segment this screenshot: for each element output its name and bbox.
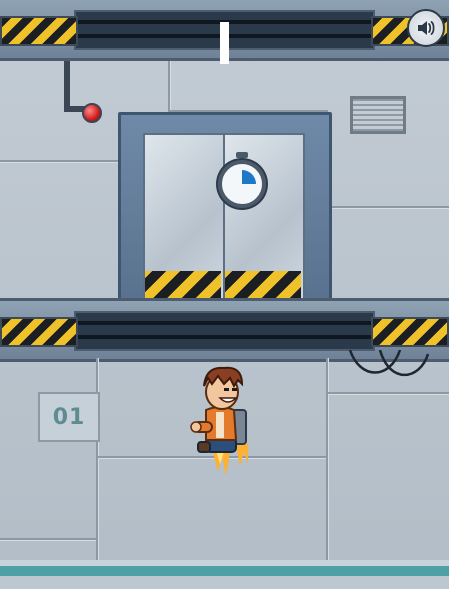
wall-seam [0, 160, 120, 162]
stopwatch-crown [236, 152, 248, 158]
speaker-icon [418, 21, 435, 35]
hazard-stripe [0, 16, 78, 46]
wall-seam [330, 206, 449, 208]
progress-marker [220, 22, 229, 64]
wall-seam [168, 60, 170, 112]
elevator-door [118, 112, 332, 306]
stopwatch-powerup[interactable] [218, 152, 266, 208]
door-hazard-stripe [145, 271, 221, 301]
hanging-cables [348, 350, 430, 377]
jetpack-hero-icon [190, 366, 248, 476]
player-character [190, 360, 260, 480]
hazard-stripe [371, 317, 449, 347]
floor-sign: 01 [38, 392, 100, 442]
hazard-stripe [0, 317, 78, 347]
game-scene[interactable]: 01 [0, 0, 449, 589]
sound-toggle-button[interactable] [407, 9, 445, 47]
wall-pipe [64, 58, 70, 106]
floor-strip [0, 560, 449, 589]
wall-seam [0, 538, 96, 540]
alarm-button-icon [82, 103, 102, 123]
door-hazard-stripe [225, 271, 301, 301]
floor-number: 01 [52, 404, 86, 430]
stopwatch-icon [218, 160, 266, 208]
wall-seam [96, 358, 98, 578]
wall-seam [328, 392, 449, 394]
vent-grille [350, 96, 406, 134]
wall-seam [326, 358, 328, 578]
